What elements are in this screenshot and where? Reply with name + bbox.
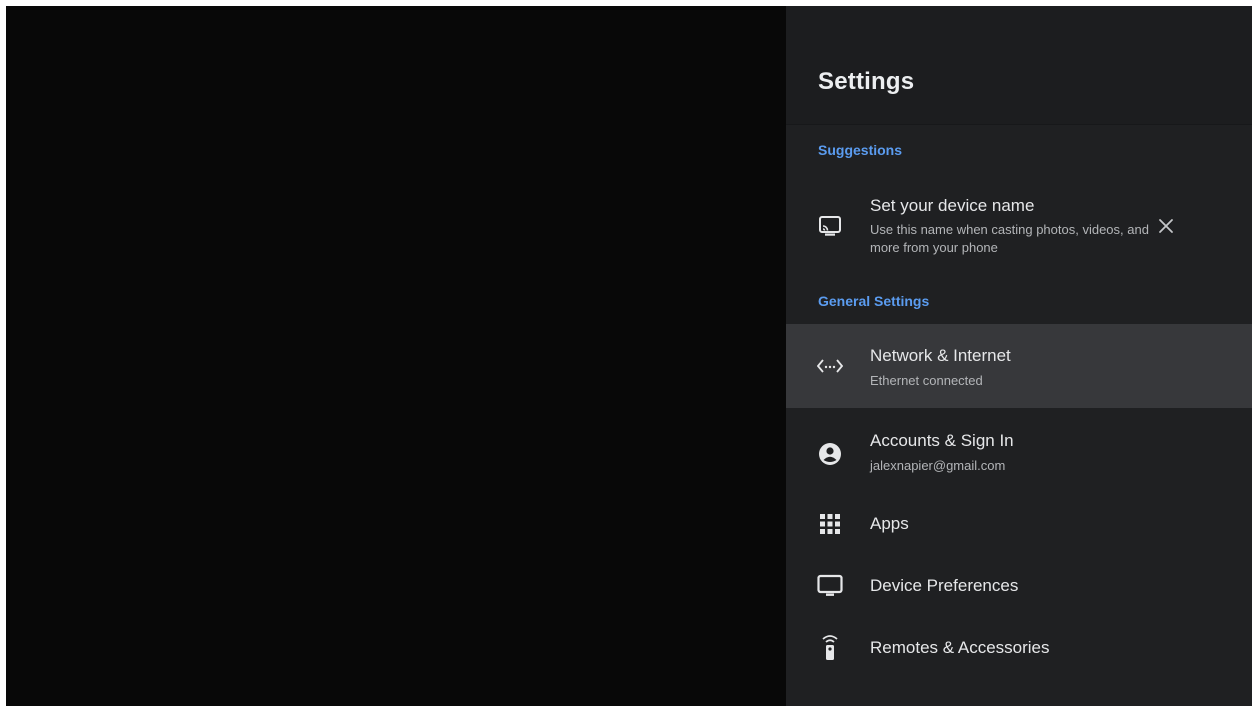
settings-item-label: Remotes & Accessories [870,638,1050,657]
settings-item-label: Apps [870,514,909,533]
settings-panel: Settings Suggestions Set your device nam… [786,6,1252,706]
general-settings-section-label: General Settings [818,293,930,309]
apps-grid-icon [817,511,843,537]
settings-item-label: Device Preferences [870,576,1019,595]
background-content-area [6,6,786,706]
suggestions-section-label: Suggestions [818,142,903,158]
settings-item-subtitle: jalexnapier@gmail.com [870,458,1006,473]
suggestion-title: Set your device name [870,196,1035,215]
settings-item-remotes[interactable]: Remotes & Accessories [786,622,1252,674]
suggestion-subtitle: Use this name when casting photos, video… [870,222,1149,255]
suggestion-device-name[interactable]: Set your device name Use this name when … [786,184,1252,284]
settings-item-network[interactable]: Network & Internet Ethernet connected [786,324,1252,408]
remote-icon [817,634,843,660]
settings-item-apps[interactable]: Apps [786,498,1252,550]
panel-header: Settings [786,6,1252,125]
page-title: Settings [818,68,915,95]
settings-item-label: Accounts & Sign In [870,431,1014,450]
settings-item-device-preferences[interactable]: Device Preferences [786,560,1252,612]
network-icon [817,353,843,379]
cast-icon [817,213,843,239]
settings-item-subtitle: Ethernet connected [870,373,983,388]
account-icon [817,441,843,467]
close-icon[interactable] [1154,214,1178,238]
tv-screen: Settings Suggestions Set your device nam… [6,6,1252,706]
settings-item-label: Network & Internet [870,346,1011,365]
settings-item-accounts[interactable]: Accounts & Sign In jalexnapier@gmail.com [786,416,1252,492]
tv-icon [817,573,843,599]
